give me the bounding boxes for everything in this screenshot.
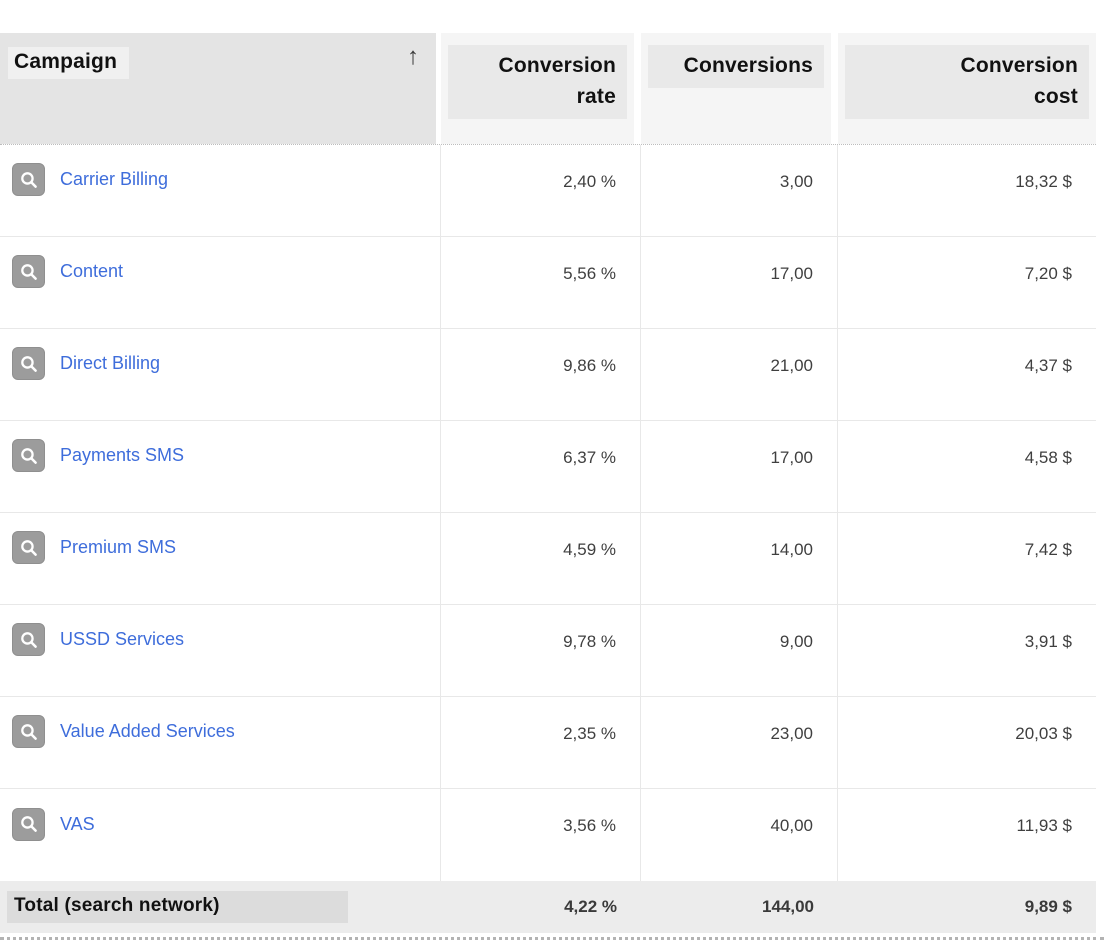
total-conversion-rate: 4,22 % bbox=[441, 897, 641, 917]
conversion-rate-value: 9,86 % bbox=[441, 329, 641, 420]
conversions-value: 17,00 bbox=[641, 237, 838, 328]
magnifier-icon bbox=[12, 808, 45, 841]
campaign-link[interactable]: Premium SMS bbox=[60, 537, 176, 558]
campaign-link[interactable]: Content bbox=[60, 261, 123, 282]
table-header-row: Campaign ↑ Conversion rate Conversions C… bbox=[0, 33, 1096, 145]
conversions-value: 40,00 bbox=[641, 789, 838, 881]
campaign-link[interactable]: Value Added Services bbox=[60, 721, 235, 742]
conversion-cost-value: 4,37 $ bbox=[838, 329, 1096, 420]
magnifier-icon bbox=[12, 439, 45, 472]
table-row: Content 5,56 % 17,00 7,20 $ bbox=[0, 237, 1096, 329]
total-label: Total (search network) bbox=[7, 891, 348, 923]
table-row: Value Added Services 2,35 % 23,00 20,03 … bbox=[0, 697, 1096, 789]
conversions-value: 17,00 bbox=[641, 421, 838, 512]
total-row: Total (search network) 4,22 % 144,00 9,8… bbox=[0, 881, 1096, 933]
conversion-rate-value: 6,37 % bbox=[441, 421, 641, 512]
magnifier-icon bbox=[12, 623, 45, 656]
conversion-cost-value: 20,03 $ bbox=[838, 697, 1096, 788]
conversions-header-label: Conversions bbox=[684, 50, 813, 81]
conversion-rate-header-label: Conversion rate bbox=[476, 50, 616, 112]
table-row: Payments SMS 6,37 % 17,00 4,58 $ bbox=[0, 421, 1096, 513]
magnifier-icon bbox=[12, 347, 45, 380]
conversion-cost-value: 11,93 $ bbox=[838, 789, 1096, 881]
total-conversions: 144,00 bbox=[641, 897, 838, 917]
table-row: USSD Services 9,78 % 9,00 3,91 $ bbox=[0, 605, 1096, 697]
conversion-cost-header-label: Conversion cost bbox=[938, 50, 1078, 112]
column-header-conversion-rate[interactable]: Conversion rate bbox=[441, 33, 641, 144]
conversions-value: 23,00 bbox=[641, 697, 838, 788]
table-row: Direct Billing 9,86 % 21,00 4,37 $ bbox=[0, 329, 1096, 421]
conversions-value: 3,00 bbox=[641, 145, 838, 236]
conversion-rate-value: 9,78 % bbox=[441, 605, 641, 696]
campaign-link[interactable]: Payments SMS bbox=[60, 445, 184, 466]
table-row: Carrier Billing 2,40 % 3,00 18,32 $ bbox=[0, 145, 1096, 237]
campaign-header-label: Campaign bbox=[8, 47, 129, 79]
total-conversion-cost: 9,89 $ bbox=[838, 897, 1096, 917]
campaigns-table: Campaign ↑ Conversion rate Conversions C… bbox=[0, 33, 1096, 933]
magnifier-icon bbox=[12, 531, 45, 564]
campaign-link[interactable]: USSD Services bbox=[60, 629, 184, 650]
column-header-conversions[interactable]: Conversions bbox=[641, 33, 838, 144]
conversions-value: 14,00 bbox=[641, 513, 838, 604]
conversion-cost-value: 4,58 $ bbox=[838, 421, 1096, 512]
magnifier-icon bbox=[12, 255, 45, 288]
campaign-link[interactable]: Direct Billing bbox=[60, 353, 160, 374]
sort-ascending-icon[interactable]: ↑ bbox=[407, 45, 419, 69]
conversion-rate-value: 3,56 % bbox=[441, 789, 641, 881]
table-row: VAS 3,56 % 40,00 11,93 $ bbox=[0, 789, 1096, 881]
conversions-value: 21,00 bbox=[641, 329, 838, 420]
conversion-rate-value: 4,59 % bbox=[441, 513, 641, 604]
conversion-cost-value: 18,32 $ bbox=[838, 145, 1096, 236]
conversions-value: 9,00 bbox=[641, 605, 838, 696]
table-body: Carrier Billing 2,40 % 3,00 18,32 $ Cont… bbox=[0, 145, 1096, 881]
magnifier-icon bbox=[12, 163, 45, 196]
conversion-cost-value: 7,20 $ bbox=[838, 237, 1096, 328]
campaign-link[interactable]: VAS bbox=[60, 814, 95, 835]
table-row: Premium SMS 4,59 % 14,00 7,42 $ bbox=[0, 513, 1096, 605]
campaign-link[interactable]: Carrier Billing bbox=[60, 169, 168, 190]
table-bottom-border bbox=[0, 937, 1104, 940]
conversion-rate-value: 2,35 % bbox=[441, 697, 641, 788]
column-header-conversion-cost[interactable]: Conversion cost bbox=[838, 33, 1096, 144]
conversion-cost-value: 7,42 $ bbox=[838, 513, 1096, 604]
conversion-rate-value: 5,56 % bbox=[441, 237, 641, 328]
column-header-campaign[interactable]: Campaign ↑ bbox=[0, 33, 441, 144]
conversion-rate-value: 2,40 % bbox=[441, 145, 641, 236]
campaign-report-page: Campaign ↑ Conversion rate Conversions C… bbox=[0, 0, 1104, 940]
conversion-cost-value: 3,91 $ bbox=[838, 605, 1096, 696]
magnifier-icon bbox=[12, 715, 45, 748]
